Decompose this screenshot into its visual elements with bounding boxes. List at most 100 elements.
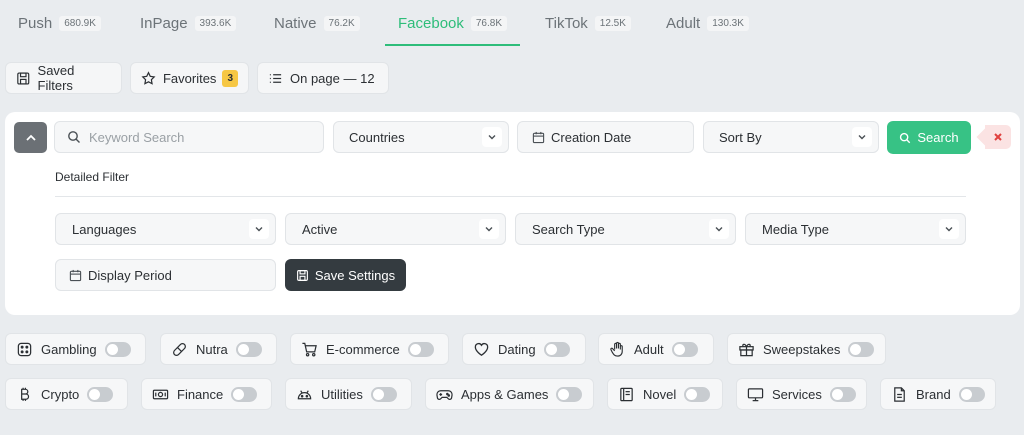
- tab-label: TikTok: [545, 14, 588, 32]
- keyword-search-field[interactable]: [54, 121, 324, 153]
- sort-by-label: Sort By: [719, 129, 762, 145]
- display-period-label: Display Period: [88, 267, 172, 283]
- category-toggle[interactable]: [87, 386, 114, 402]
- category-services[interactable]: Services: [736, 378, 867, 410]
- tab-label: Push: [18, 14, 53, 32]
- search-icon: [900, 132, 911, 143]
- floppy-disk-icon: [296, 269, 308, 281]
- category-ecommerce[interactable]: E-commerce: [290, 333, 449, 365]
- category-nutra[interactable]: Nutra: [160, 333, 277, 365]
- media-type-select[interactable]: Media Type: [745, 213, 966, 245]
- chevron-down-icon: [852, 127, 872, 147]
- category-toggle[interactable]: [104, 341, 131, 357]
- save-settings-label: Save Settings: [314, 267, 396, 283]
- category-toggle[interactable]: [848, 341, 875, 357]
- search-button[interactable]: Search: [887, 121, 971, 154]
- search-type-label: Search Type: [532, 221, 605, 237]
- on-page-button[interactable]: On page — 12: [257, 62, 389, 94]
- category-label: Services: [772, 386, 822, 402]
- countries-select[interactable]: Countries: [333, 121, 509, 153]
- tab-label: Adult: [666, 14, 701, 32]
- category-toggle[interactable]: [829, 386, 856, 402]
- tab-inpage[interactable]: InPage 393.6K: [122, 0, 250, 46]
- platform-tabs: Push 680.9K InPage 393.6K Native 76.2K F…: [0, 0, 1024, 46]
- banknote-icon: [152, 389, 169, 399]
- search-type-select[interactable]: Search Type: [515, 213, 736, 245]
- tab-count: 76.2K: [323, 15, 360, 31]
- saved-filters-button[interactable]: Saved Filters: [5, 62, 122, 94]
- clear-filters-button[interactable]: [985, 125, 1011, 149]
- category-toggle[interactable]: [370, 386, 397, 402]
- category-toggle[interactable]: [958, 386, 985, 402]
- tab-tiktok[interactable]: TikTok 12.5K: [527, 0, 645, 46]
- filter-panel: Countries Creation Date Sort By Search D…: [5, 112, 1020, 315]
- languages-label: Languages: [72, 221, 137, 237]
- list-icon: [269, 73, 282, 83]
- book-icon: [620, 387, 633, 401]
- category-label: Sweepstakes: [763, 341, 841, 357]
- star-icon: [141, 70, 156, 85]
- search-icon: [68, 131, 80, 143]
- search-label: Search: [917, 130, 959, 145]
- favorites-label: Favorites: [162, 70, 217, 86]
- creation-date-label: Creation Date: [551, 129, 632, 145]
- tab-adult[interactable]: Adult 130.3K: [648, 0, 763, 46]
- category-finance[interactable]: Finance: [141, 378, 272, 410]
- heart-icon: [474, 342, 489, 356]
- chevron-up-icon: [25, 134, 36, 141]
- calendar-icon: [69, 269, 82, 281]
- chevron-down-icon: [709, 219, 729, 239]
- display-period-picker[interactable]: Display Period: [55, 259, 276, 291]
- collapse-filter-button[interactable]: [14, 122, 47, 153]
- monitor-icon: [747, 387, 764, 401]
- keyword-search-input[interactable]: [89, 129, 309, 145]
- category-toggle[interactable]: [543, 341, 570, 357]
- sort-by-select[interactable]: Sort By: [703, 121, 879, 153]
- category-crypto[interactable]: Crypto: [5, 378, 128, 410]
- tab-facebook[interactable]: Facebook 76.8K: [385, 0, 520, 46]
- active-select[interactable]: Active: [285, 213, 506, 245]
- save-settings-button[interactable]: Save Settings: [285, 259, 406, 291]
- bitcoin-icon: [21, 387, 30, 401]
- detailed-filter-title: Detailed Filter: [55, 170, 130, 184]
- category-adult[interactable]: Adult: [598, 333, 714, 365]
- category-toggle[interactable]: [407, 341, 434, 357]
- dice-icon: [17, 342, 32, 356]
- tab-push[interactable]: Push 680.9K: [0, 0, 115, 46]
- category-label: Apps & Games: [461, 386, 549, 402]
- category-label: Brand: [916, 386, 951, 402]
- gift-icon: [739, 343, 754, 356]
- category-toggle[interactable]: [671, 341, 698, 357]
- calendar-icon: [532, 131, 545, 143]
- favorites-button[interactable]: Favorites 3: [130, 62, 249, 94]
- languages-select[interactable]: Languages: [55, 213, 276, 245]
- divider: [55, 196, 966, 197]
- countries-label: Countries: [349, 129, 405, 145]
- category-utilities[interactable]: Utilities: [285, 378, 412, 410]
- category-novel[interactable]: Novel: [607, 378, 723, 410]
- category-label: Finance: [177, 386, 224, 402]
- category-toggle[interactable]: [231, 386, 258, 402]
- category-label: E-commerce: [326, 341, 400, 357]
- tab-native[interactable]: Native 76.2K: [256, 0, 374, 46]
- favorites-count-badge: 3: [222, 69, 238, 87]
- chevron-down-icon: [939, 219, 959, 239]
- gamepad-icon: [436, 389, 453, 400]
- android-icon: [297, 389, 312, 399]
- category-dating[interactable]: Dating: [462, 333, 586, 365]
- tab-count: 12.5K: [594, 15, 631, 31]
- creation-date-picker[interactable]: Creation Date: [517, 121, 694, 153]
- document-icon: [894, 386, 905, 402]
- category-toggle[interactable]: [235, 341, 262, 357]
- category-gambling[interactable]: Gambling: [5, 333, 146, 365]
- category-toggle[interactable]: [556, 386, 583, 402]
- category-apps-games[interactable]: Apps & Games: [425, 378, 594, 410]
- close-icon: [994, 133, 1002, 141]
- tab-count: 393.6K: [194, 15, 237, 31]
- category-toggle[interactable]: [684, 386, 711, 402]
- category-label: Utilities: [321, 386, 363, 402]
- category-brand[interactable]: Brand: [880, 378, 996, 410]
- cart-icon: [302, 342, 317, 356]
- category-label: Nutra: [196, 341, 228, 357]
- category-sweepstakes[interactable]: Sweepstakes: [727, 333, 886, 365]
